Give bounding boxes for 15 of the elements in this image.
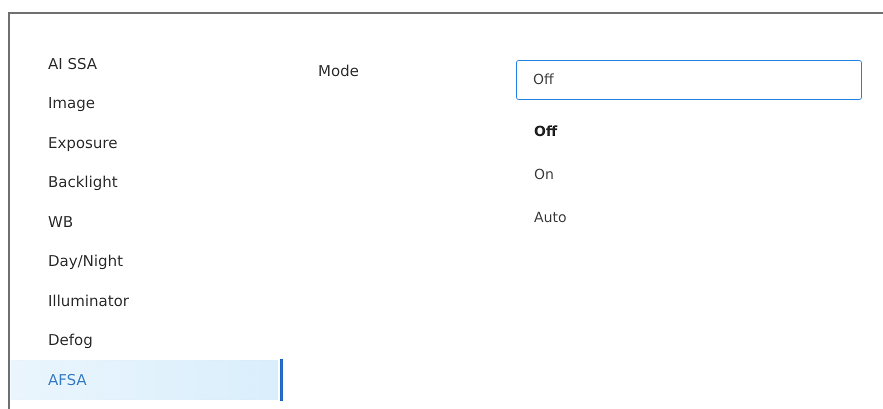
- dropdown-option[interactable]: Off: [516, 110, 654, 153]
- mode-label: Mode: [318, 61, 360, 82]
- sidebar-item[interactable]: AFSA: [10, 360, 278, 400]
- sidebar-item[interactable]: AI SSA: [10, 44, 278, 84]
- sidebar-item[interactable]: Exposure: [10, 123, 278, 162]
- sidebar-item[interactable]: Defog: [10, 320, 278, 360]
- sidebar-item[interactable]: Illuminator: [10, 281, 278, 320]
- dropdown-option[interactable]: On: [516, 153, 654, 196]
- sidebar-item[interactable]: WB: [10, 202, 278, 242]
- sidebar-item[interactable]: Backlight: [10, 162, 278, 202]
- mode-dropdown[interactable]: Off: [516, 60, 862, 100]
- selection-indicator: [280, 359, 283, 401]
- dropdown-option[interactable]: Auto: [516, 196, 654, 239]
- sidebar-item[interactable]: Image: [10, 84, 278, 123]
- sidebar-item[interactable]: Day/Night: [10, 242, 278, 281]
